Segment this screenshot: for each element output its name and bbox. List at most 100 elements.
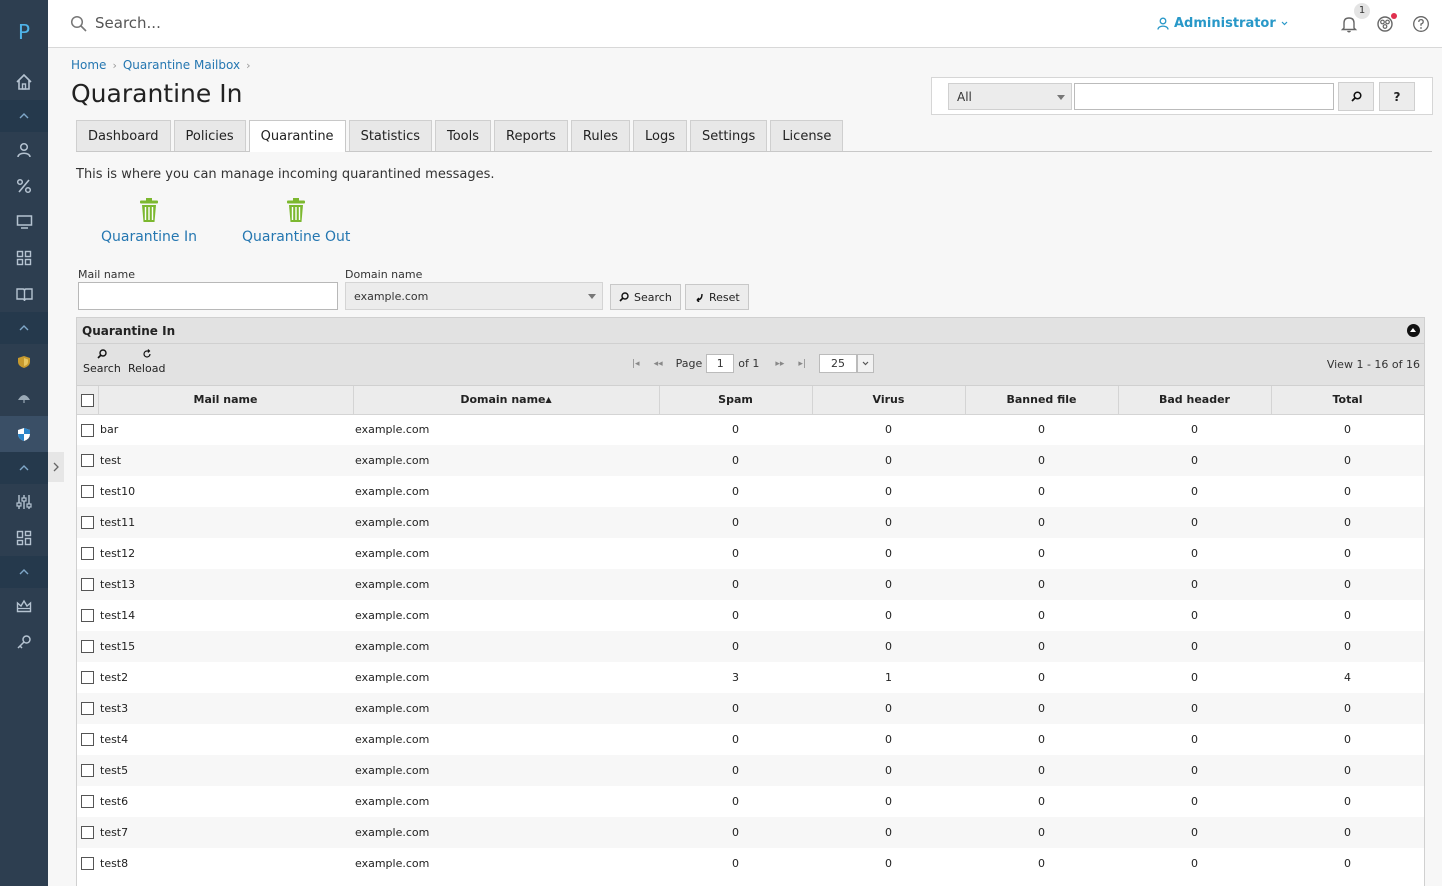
first-page-icon[interactable]: |◂ — [632, 359, 640, 369]
row-checkbox[interactable] — [81, 454, 94, 468]
help-button[interactable] — [1412, 15, 1430, 37]
section-collapse[interactable] — [0, 312, 48, 344]
grid-search-button[interactable]: Search — [83, 349, 121, 375]
extensions-nav[interactable] — [0, 520, 48, 556]
select-all-checkbox[interactable] — [80, 393, 94, 407]
monitor-nav[interactable] — [0, 204, 48, 240]
table-row[interactable]: test3 example.com 0 0 0 0 0 — [77, 693, 1424, 724]
column-spam[interactable]: Spam — [659, 386, 813, 415]
column-banned-file[interactable]: Banned file — [965, 386, 1119, 415]
row-checkbox[interactable] — [81, 609, 94, 623]
tab-dashboard[interactable]: Dashboard — [76, 120, 171, 151]
docs-nav[interactable] — [0, 276, 48, 312]
row-checkbox[interactable] — [81, 640, 94, 654]
filter-text-input[interactable] — [1074, 83, 1334, 110]
home-nav[interactable] — [0, 64, 48, 100]
row-checkbox[interactable] — [81, 671, 94, 685]
quarantine-in-link[interactable]: Quarantine In — [101, 197, 197, 245]
domain-name-select[interactable]: example.com — [345, 282, 603, 310]
table-row[interactable]: bar example.com 0 0 0 0 0 — [77, 414, 1424, 445]
filter-scope-select[interactable]: All — [948, 83, 1072, 110]
banned-file-cell: 0 — [1038, 423, 1045, 437]
table-row[interactable]: test8 example.com 0 0 0 0 0 — [77, 848, 1424, 879]
grid-reload-button[interactable]: Reload — [128, 349, 165, 375]
table-row[interactable]: test7 example.com 0 0 0 0 0 — [77, 817, 1424, 848]
row-checkbox[interactable] — [81, 733, 94, 747]
spam-cell: 0 — [732, 733, 739, 746]
quarantine-out-link[interactable]: Quarantine Out — [242, 197, 350, 245]
bad-header-cell: 0 — [1191, 609, 1198, 622]
tab-tools[interactable]: Tools — [435, 120, 492, 151]
next-page-icon[interactable]: ▸▸ — [775, 359, 784, 369]
table-row[interactable]: test12 example.com 0 0 0 0 0 — [77, 538, 1424, 569]
page-size-dropdown[interactable] — [856, 354, 874, 373]
tab-settings[interactable]: Settings — [689, 120, 768, 151]
filter-search-button[interactable] — [1338, 82, 1374, 111]
column-total[interactable]: Total — [1271, 386, 1424, 415]
global-search-input[interactable] — [95, 14, 395, 32]
column-bad-header[interactable]: Bad header — [1118, 386, 1272, 415]
tab-statistics[interactable]: Statistics — [348, 120, 432, 151]
tab-logs[interactable]: Logs — [632, 120, 687, 151]
row-checkbox[interactable] — [81, 857, 94, 871]
notifications-button[interactable] — [1340, 15, 1358, 37]
table-row[interactable]: test15 example.com 0 0 0 0 0 — [77, 631, 1424, 662]
table-row[interactable]: test6 example.com 0 0 0 0 0 — [77, 786, 1424, 817]
shield-nav[interactable] — [0, 344, 48, 380]
page-size-select[interactable]: 25 — [818, 354, 857, 373]
table-row[interactable]: test example.com 0 0 0 0 0 — [77, 445, 1424, 476]
user-menu[interactable]: Administrator — [1157, 16, 1288, 31]
percent-nav[interactable] — [0, 168, 48, 204]
section-collapse[interactable] — [0, 556, 48, 588]
search-button[interactable]: Search — [610, 284, 681, 310]
bad-header-cell: 0 — [1118, 569, 1271, 600]
table-row[interactable]: test10 example.com 0 0 0 0 0 — [77, 476, 1424, 507]
mail-name-input[interactable] — [78, 282, 338, 310]
table-row[interactable]: test4 example.com 0 0 0 0 0 — [77, 724, 1424, 755]
keys-nav[interactable] — [0, 624, 48, 660]
section-collapse[interactable] — [0, 100, 48, 132]
table-row[interactable]: test14 example.com 0 0 0 0 0 — [77, 600, 1424, 631]
reset-button[interactable]: Reset — [685, 284, 749, 310]
tab-license[interactable]: License — [770, 120, 844, 151]
table-row[interactable]: test2 example.com 3 1 0 0 4 — [77, 662, 1424, 693]
row-checkbox[interactable] — [81, 795, 94, 809]
row-checkbox[interactable] — [81, 826, 94, 840]
umbrella-nav[interactable] — [0, 380, 48, 416]
row-checkbox[interactable] — [81, 547, 94, 561]
prev-page-icon[interactable]: ◂◂ — [654, 359, 663, 369]
table-row[interactable]: test11 example.com 0 0 0 0 0 — [77, 507, 1424, 538]
apps-nav[interactable] — [0, 240, 48, 276]
row-checkbox[interactable] — [81, 423, 94, 437]
tab-rules[interactable]: Rules — [570, 120, 630, 151]
bad-header-cell: 0 — [1191, 485, 1198, 498]
collapse-grid-icon[interactable] — [1407, 324, 1420, 337]
filter-help-button[interactable]: ? — [1379, 82, 1415, 111]
breadcrumb-quarantine-mailbox[interactable]: Quarantine Mailbox — [123, 58, 240, 72]
tab-policies[interactable]: Policies — [173, 120, 246, 151]
domain-name-label: Domain name — [345, 268, 423, 281]
tab-reports[interactable]: Reports — [494, 120, 568, 151]
row-checkbox[interactable] — [81, 516, 94, 530]
last-page-icon[interactable]: ▸| — [798, 359, 806, 369]
account-nav[interactable] — [0, 588, 48, 624]
sidebar-expand-handle[interactable] — [48, 452, 64, 482]
row-checkbox[interactable] — [81, 702, 94, 716]
tools-nav[interactable] — [0, 484, 48, 520]
mail-security-nav[interactable] — [0, 416, 48, 452]
breadcrumb-home[interactable]: Home — [71, 58, 106, 72]
page-number-input[interactable]: 1 — [706, 354, 735, 373]
table-row[interactable]: test5 example.com 0 0 0 0 0 — [77, 755, 1424, 786]
row-checkbox[interactable] — [81, 578, 94, 592]
column-mail-name[interactable]: Mail name — [98, 386, 354, 415]
tab-quarantine[interactable]: Quarantine — [248, 120, 346, 152]
section-collapse[interactable] — [0, 452, 48, 484]
row-checkbox[interactable] — [81, 485, 94, 499]
table-row[interactable]: test13 example.com 0 0 0 0 0 — [77, 569, 1424, 600]
app-logo[interactable]: P — [0, 0, 48, 64]
column-virus[interactable]: Virus — [812, 386, 966, 415]
spam-cell: 0 — [732, 609, 739, 622]
users-nav[interactable] — [0, 132, 48, 168]
row-checkbox[interactable] — [81, 764, 94, 778]
column-domain-name[interactable]: Domain name▲ — [353, 386, 660, 415]
